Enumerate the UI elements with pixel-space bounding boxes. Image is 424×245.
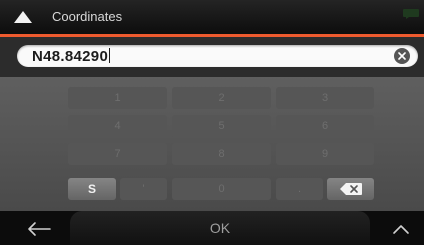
ok-button-label: OK: [209, 220, 231, 236]
speech-bubble-icon: [403, 9, 419, 19]
header-back-button[interactable]: [12, 9, 34, 25]
bottom-bar: OK: [0, 211, 424, 245]
text-cursor: [109, 48, 111, 63]
key-8[interactable]: 8: [172, 143, 271, 165]
chevron-up-icon[interactable]: [392, 223, 410, 235]
key-3[interactable]: 3: [276, 87, 374, 109]
backspace-button[interactable]: [327, 178, 374, 200]
numeric-keypad: 1 2 3 4 5 6 7 8 9 S ' 0 .: [0, 77, 424, 211]
clear-x-icon: [398, 52, 406, 60]
key-5[interactable]: 5: [172, 115, 271, 137]
coordinate-input[interactable]: N48.84290: [17, 45, 418, 67]
coordinates-screen: Coordinates N48.84290 1 2 3 4 5 6 7 8 9 …: [0, 0, 424, 245]
chevron-up-icon: [14, 11, 32, 23]
input-bar: N48.84290: [0, 37, 424, 77]
key-0[interactable]: 0: [172, 178, 271, 200]
key-6[interactable]: 6: [276, 115, 374, 137]
header-bar: Coordinates: [0, 0, 424, 34]
key-1[interactable]: 1: [68, 87, 167, 109]
key-dot[interactable]: .: [276, 178, 323, 200]
ok-button[interactable]: OK: [70, 211, 370, 245]
key-7[interactable]: 7: [68, 143, 167, 165]
key-9[interactable]: 9: [276, 143, 374, 165]
backspace-icon: [339, 183, 362, 195]
key-2[interactable]: 2: [172, 87, 271, 109]
key-s[interactable]: S: [68, 178, 116, 200]
page-title: Coordinates: [52, 9, 123, 24]
coordinate-input-value: N48.84290: [32, 48, 109, 65]
clear-input-button[interactable]: [394, 48, 410, 64]
arrow-left-icon[interactable]: [26, 221, 52, 237]
key-4[interactable]: 4: [68, 115, 167, 137]
key-apostrophe[interactable]: ': [120, 178, 167, 200]
